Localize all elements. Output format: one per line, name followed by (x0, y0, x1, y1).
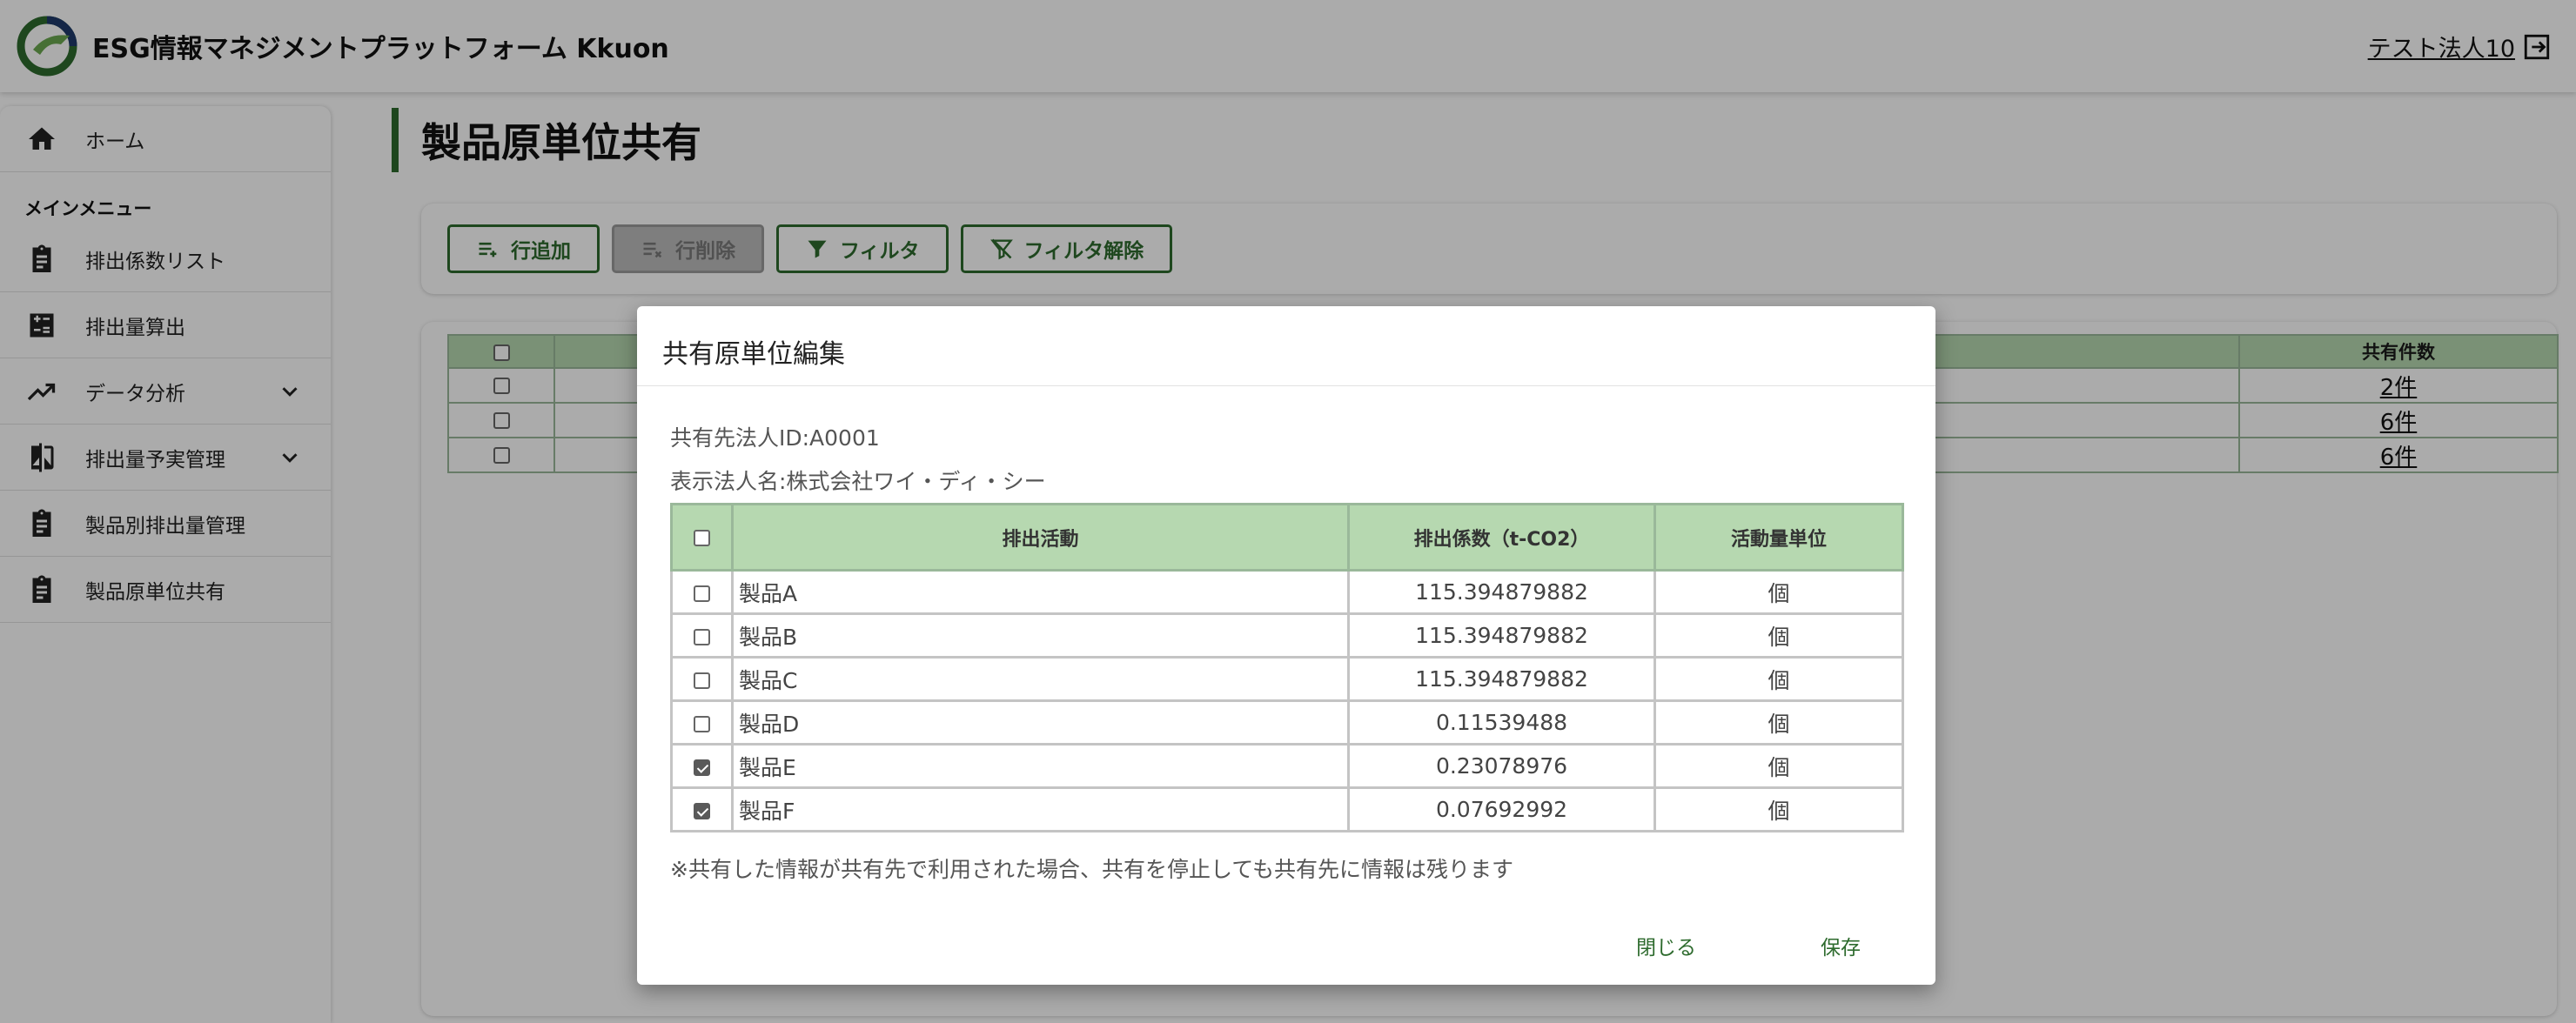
close-button[interactable]: 閉じる (1636, 931, 1696, 960)
partner-name: 表示法人名:株式会社ワイ・ディ・シー (670, 469, 1046, 494)
row-checkbox[interactable] (694, 759, 710, 776)
factor-cell: 115.394879882 (1347, 656, 1656, 702)
activity-cell: 製品C (731, 656, 1350, 702)
activity-header: 排出活動 (731, 503, 1350, 572)
factor-header: 排出係数（t-CO2） (1347, 503, 1656, 572)
row-checkbox-cell (670, 569, 734, 615)
table-row[interactable]: 製品C 115.394879882 個 (670, 656, 1904, 702)
factor-cell: 115.394879882 (1347, 612, 1656, 659)
row-checkbox[interactable] (694, 672, 710, 689)
select-all-checkbox[interactable] (694, 529, 710, 546)
table-row[interactable]: 製品E 0.23078976 個 (670, 743, 1904, 789)
factor-cell: 0.23078976 (1347, 743, 1656, 789)
row-checkbox[interactable] (694, 585, 710, 602)
dialog-title: 共有原単位編集 (637, 306, 1935, 386)
factor-cell: 0.07692992 (1347, 786, 1656, 832)
save-button[interactable]: 保存 (1821, 931, 1861, 960)
activity-cell: 製品E (731, 743, 1350, 789)
factor-cell: 0.11539488 (1347, 699, 1656, 746)
factor-cell: 115.394879882 (1347, 569, 1656, 615)
activity-cell: 製品B (731, 612, 1350, 659)
partner-id: 共有先法人ID:A0001 (670, 425, 880, 451)
edit-shared-units-dialog: 共有原単位編集 共有先法人ID:A0001 表示法人名:株式会社ワイ・ディ・シー… (637, 306, 1935, 985)
activity-cell: 製品F (731, 786, 1350, 832)
unit-cell: 個 (1654, 786, 1904, 832)
table-row[interactable]: 製品F 0.07692992 個 (670, 786, 1904, 832)
unit-cell: 個 (1654, 743, 1904, 789)
unit-cell: 個 (1654, 612, 1904, 659)
row-checkbox-cell (670, 743, 734, 789)
table-row[interactable]: 製品B 115.394879882 個 (670, 612, 1904, 659)
activity-cell: 製品A (731, 569, 1350, 615)
activity-cell: 製品D (731, 699, 1350, 746)
unit-cell: 個 (1654, 699, 1904, 746)
sharing-note: ※共有した情報が共有先で利用された場合、共有を停止しても共有先に情報は残ります (670, 857, 1513, 882)
select-all-header (670, 503, 734, 572)
shared-units-table: 排出活動 排出係数（t-CO2） 活動量単位 製品A 115.394879882 個… (670, 503, 1904, 832)
row-checkbox-cell (670, 612, 734, 659)
row-checkbox[interactable] (694, 802, 710, 819)
row-checkbox[interactable] (694, 715, 710, 732)
unit-cell: 個 (1654, 656, 1904, 702)
row-checkbox-cell (670, 786, 734, 832)
row-checkbox-cell (670, 656, 734, 702)
unit-cell: 個 (1654, 569, 1904, 615)
unit-header: 活動量単位 (1654, 503, 1904, 572)
row-checkbox[interactable] (694, 628, 710, 645)
row-checkbox-cell (670, 699, 734, 746)
table-row[interactable]: 製品A 115.394879882 個 (670, 569, 1904, 615)
table-row[interactable]: 製品D 0.11539488 個 (670, 699, 1904, 746)
